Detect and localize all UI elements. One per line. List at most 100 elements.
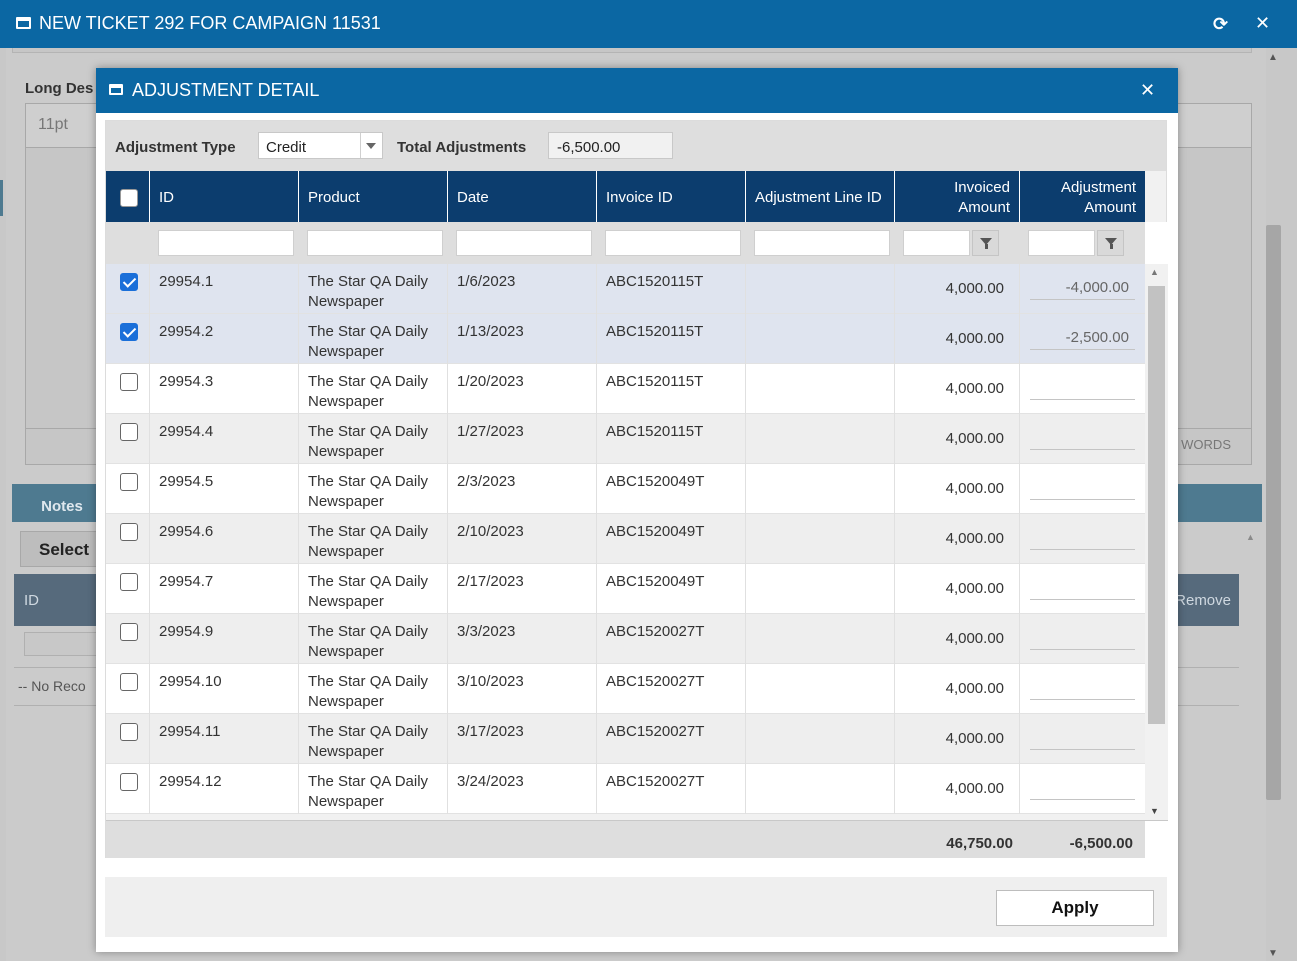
adjustment-amount-input[interactable] [1030, 726, 1135, 750]
cell-id-text: 29954.5 [159, 473, 214, 490]
background-grid-scroll-up-icon: ▲ [1246, 532, 1255, 542]
table-row[interactable]: 29954.11 The Star QA Daily Newspaper 3/17/2… [106, 714, 1145, 764]
cell-adjustment-line-id [745, 464, 894, 514]
filter-adjustment-amount-button[interactable] [1097, 230, 1124, 256]
scroll-up-icon[interactable]: ▲ [1150, 267, 1159, 277]
select-all-cell [106, 171, 149, 222]
row-select-cell [106, 314, 149, 364]
cell-product: The Star QA Daily Newspaper [298, 664, 447, 714]
cell-product-text-line2: Newspaper [308, 493, 384, 510]
cell-product-text-line2: Newspaper [308, 393, 384, 410]
table-row[interactable]: 29954.3 The Star QA Daily Newspaper 1/20/20… [106, 364, 1145, 414]
filter-invoiced-amount-button[interactable] [972, 230, 999, 256]
row-checkbox[interactable] [120, 673, 138, 691]
adjustment-amount-input[interactable] [1030, 476, 1135, 500]
cell-id: 29954.3 [149, 364, 298, 414]
row-checkbox[interactable] [120, 723, 138, 741]
cell-adjustment-amount [1019, 614, 1145, 664]
adjustment-amount-input[interactable] [1030, 526, 1135, 550]
row-checkbox[interactable] [120, 623, 138, 641]
cell-invoiced-amount-text: 4,000.00 [945, 380, 1004, 397]
table-row[interactable]: 29954.6 The Star QA Daily Newspaper 2/10/20… [106, 514, 1145, 564]
cell-product-text-line2: Newspaper [308, 693, 384, 710]
table-row[interactable]: 29954.1 The Star QA Daily Newspaper 1/6/202… [106, 264, 1145, 314]
close-icon[interactable]: ✕ [1255, 13, 1270, 34]
filter-id-input[interactable] [158, 230, 294, 256]
row-checkbox[interactable] [120, 773, 138, 791]
dialog-action-bar: Apply [105, 877, 1167, 937]
row-checkbox[interactable] [120, 573, 138, 591]
adjustment-amount-input[interactable] [1030, 426, 1135, 450]
cell-id: 29954.4 [149, 414, 298, 464]
cell-date-text: 1/6/2023 [457, 273, 516, 290]
cell-invoiced-amount-text: 4,000.00 [945, 430, 1004, 447]
cell-invoice-id: ABC1520027T [596, 714, 745, 764]
row-checkbox[interactable] [120, 273, 138, 291]
cell-invoice-id: ABC1520049T [596, 464, 745, 514]
cell-product-text: The Star QA Daily [308, 723, 429, 740]
column-header-date[interactable]: Date [447, 171, 596, 222]
cell-product-text: The Star QA Daily [308, 673, 429, 690]
column-header-adjustment-line-id[interactable]: Adjustment Line ID [745, 171, 894, 222]
cell-invoice-id: ABC1520027T [596, 664, 745, 714]
close-icon[interactable]: ✕ [1140, 80, 1155, 101]
refresh-icon[interactable]: ⟳ [1213, 14, 1228, 35]
table-row[interactable]: 29954.10 The Star QA Daily Newspaper 3/10/2… [106, 664, 1145, 714]
dropdown-toggle[interactable] [360, 133, 382, 158]
cell-date: 3/24/2023 [447, 764, 596, 814]
row-checkbox[interactable] [120, 473, 138, 491]
column-header-product[interactable]: Product [298, 171, 447, 222]
adjustment-amount-input[interactable]: -4,000.00 [1030, 276, 1135, 300]
apply-button[interactable]: Apply [996, 890, 1154, 926]
select-all-checkbox[interactable] [120, 189, 138, 207]
adjustment-amount-input[interactable] [1030, 576, 1135, 600]
filter-date-input[interactable] [456, 230, 592, 256]
column-header-invoiced-amount-line1: Invoiced [954, 179, 1010, 196]
grid-scrollbar[interactable]: ▲ ▼ [1145, 264, 1168, 820]
cell-invoice-id-text: ABC1520049T [606, 523, 705, 540]
filter-invoiced-amount-input[interactable] [903, 230, 970, 256]
column-header-invoice-id[interactable]: Invoice ID [596, 171, 745, 222]
cell-date: 2/3/2023 [447, 464, 596, 514]
column-header-invoiced-amount[interactable]: Invoiced Amount [894, 171, 1019, 222]
column-header-adjustment-amount[interactable]: Adjustment Amount [1019, 171, 1145, 222]
filter-product-input[interactable] [307, 230, 443, 256]
row-checkbox[interactable] [120, 423, 138, 441]
table-row[interactable]: 29954.12 The Star QA Daily Newspaper 3/24/2… [106, 764, 1145, 814]
cell-product: The Star QA Daily Newspaper [298, 264, 447, 314]
adjustment-amount-input[interactable] [1030, 376, 1135, 400]
cell-product: The Star QA Daily Newspaper [298, 764, 447, 814]
cell-invoiced-amount: 4,000.00 [894, 464, 1019, 514]
column-header-id[interactable]: ID [149, 171, 298, 222]
cell-product-text: The Star QA Daily [308, 623, 429, 640]
table-row[interactable]: 29954.9 The Star QA Daily Newspaper 3/3/202… [106, 614, 1145, 664]
filter-adjustment-amount-input[interactable] [1028, 230, 1095, 256]
adjustment-type-select[interactable]: Credit [258, 132, 383, 159]
table-row[interactable]: 29954.5 The Star QA Daily Newspaper 2/3/202… [106, 464, 1145, 514]
table-row[interactable]: 29954.7 The Star QA Daily Newspaper 2/17/20… [106, 564, 1145, 614]
cell-product-text-line2: Newspaper [308, 443, 384, 460]
row-checkbox[interactable] [120, 523, 138, 541]
cell-date: 3/17/2023 [447, 714, 596, 764]
adjustment-amount-input[interactable]: -2,500.00 [1030, 326, 1135, 350]
background-grid-filter-input [24, 632, 104, 656]
adjustment-amount-input[interactable] [1030, 676, 1135, 700]
table-row[interactable]: 29954.2 The Star QA Daily Newspaper 1/13/20… [106, 314, 1145, 364]
cell-date: 3/10/2023 [447, 664, 596, 714]
adjustment-amount-input[interactable] [1030, 776, 1135, 800]
scroll-down-icon[interactable]: ▼ [1150, 806, 1159, 816]
cell-date-text: 3/3/2023 [457, 623, 516, 640]
cell-product-text-line2: Newspaper [308, 643, 384, 660]
adjustment-amount-input[interactable] [1030, 626, 1135, 650]
background-grid-remove-header: Remove [1175, 592, 1231, 609]
cell-invoice-id: ABC1520115T [596, 414, 745, 464]
filter-invoice-id-input[interactable] [605, 230, 741, 256]
filter-adjustment-line-id-input[interactable] [754, 230, 890, 256]
row-checkbox[interactable] [120, 323, 138, 341]
grid-scrollbar-thumb[interactable] [1148, 286, 1165, 724]
cell-invoiced-amount-text: 4,000.00 [945, 730, 1004, 747]
dialog-title-bar: ADJUSTMENT DETAIL ✕ [96, 68, 1178, 113]
cell-invoiced-amount: 4,000.00 [894, 614, 1019, 664]
table-row[interactable]: 29954.4 The Star QA Daily Newspaper 1/27/20… [106, 414, 1145, 464]
row-checkbox[interactable] [120, 373, 138, 391]
